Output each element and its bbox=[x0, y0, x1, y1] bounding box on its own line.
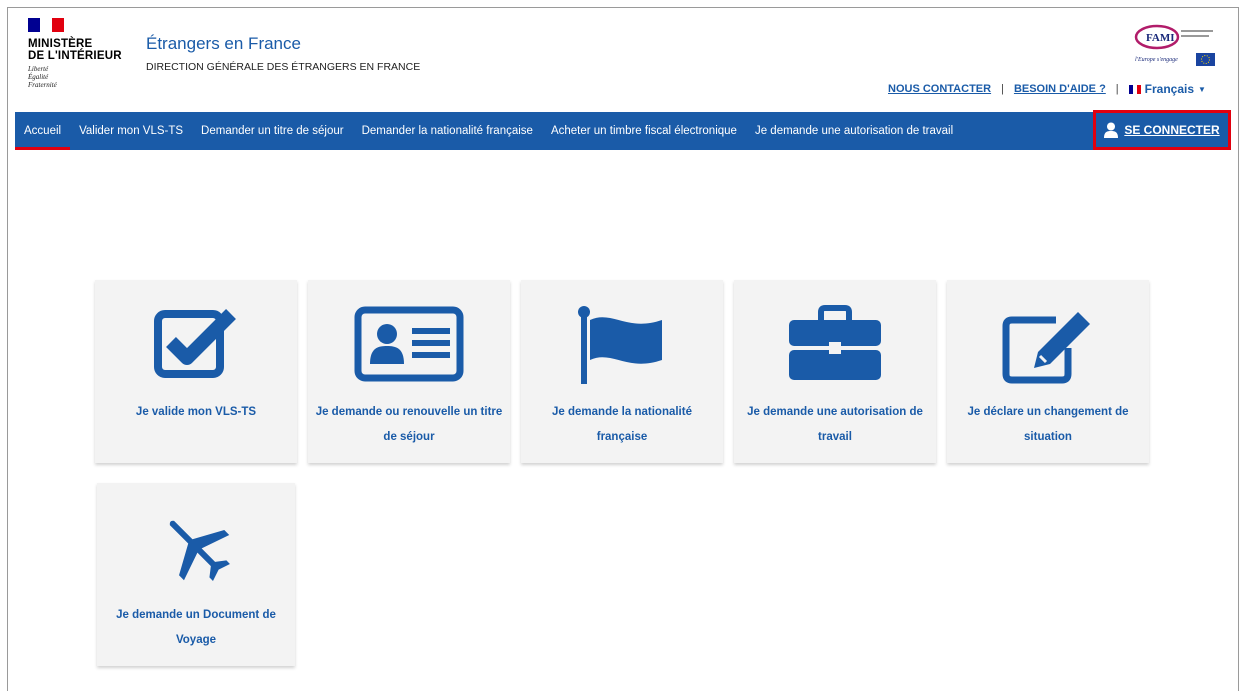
site-header: MINISTÈRE DE L'INTÉRIEUR Liberté Égalité… bbox=[8, 8, 1238, 112]
separator: | bbox=[1001, 83, 1004, 95]
tile-valider-vls-ts[interactable]: Je valide mon VLS-TS bbox=[95, 280, 297, 463]
help-link[interactable]: BESOIN D'AIDE ? bbox=[1014, 83, 1106, 95]
tile-document-voyage[interactable]: Je demande un Document de Voyage bbox=[97, 483, 295, 666]
fami-logo: FAMI l'Europe s'engage bbox=[1133, 24, 1218, 70]
ministry-logo[interactable]: MINISTÈRE DE L'INTÉRIEUR Liberté Égalité… bbox=[28, 18, 138, 89]
login-label: SE CONNECTER bbox=[1124, 123, 1220, 137]
nav-item-titre-sejour[interactable]: Demander un titre de séjour bbox=[192, 112, 353, 150]
tile-label: Je demande la nationalité française bbox=[552, 406, 692, 443]
nav-item-timbre-fiscal[interactable]: Acheter un timbre fiscal électronique bbox=[542, 112, 746, 150]
fami-tagline: l'Europe s'engage bbox=[1135, 57, 1178, 63]
briefcase-icon bbox=[734, 304, 936, 384]
tile-changement-situation[interactable]: Je déclare un changement de situation bbox=[947, 280, 1149, 463]
tile-titre-sejour[interactable]: Je demande ou renouvelle un titre de séj… bbox=[308, 280, 510, 463]
nav-item-accueil[interactable]: Accueil bbox=[15, 112, 71, 150]
nav-item-valider-vls-ts[interactable]: Valider mon VLS-TS bbox=[70, 112, 192, 150]
tile-label: Je déclare un changement de situation bbox=[967, 406, 1129, 443]
nav-item-nationalite[interactable]: Demander la nationalité française bbox=[353, 112, 542, 150]
separator: | bbox=[1115, 83, 1119, 95]
site-title[interactable]: Étrangers en France bbox=[146, 34, 301, 54]
site-subtitle: DIRECTION GÉNÉRALE DES ÉTRANGERS EN FRAN… bbox=[146, 61, 421, 73]
plane-icon bbox=[97, 507, 295, 587]
checkbox-check-icon bbox=[95, 304, 297, 384]
tile-nationalite[interactable]: Je demande la nationalité française bbox=[521, 280, 723, 463]
user-icon bbox=[1104, 122, 1119, 138]
contact-link[interactable]: NOUS CONTACTER bbox=[888, 83, 991, 95]
login-button[interactable]: SE CONNECTER bbox=[1093, 110, 1231, 150]
page-frame: MINISTÈRE DE L'INTÉRIEUR Liberté Égalité… bbox=[7, 7, 1239, 691]
tile-autorisation-travail[interactable]: Je demande une autorisation de travail bbox=[734, 280, 936, 463]
top-links: NOUS CONTACTER | BESOIN D'AIDE ? | Franç… bbox=[888, 82, 1206, 96]
chevron-down-icon: ▼ bbox=[1198, 84, 1206, 94]
tile-label: Je demande ou renouvelle un titre de séj… bbox=[315, 406, 503, 443]
republic-motto: Liberté Égalité Fraternité bbox=[28, 65, 57, 89]
edit-icon bbox=[947, 304, 1149, 384]
marianne-flag-icon bbox=[28, 18, 64, 32]
tile-label: Je demande une autorisation de travail bbox=[747, 406, 923, 443]
nav-item-autorisation-travail[interactable]: Je demande une autorisation de travail bbox=[746, 112, 962, 150]
flag-icon bbox=[521, 304, 723, 384]
language-selector[interactable]: Français ▼ bbox=[1128, 82, 1206, 96]
tile-label: Je valide mon VLS-TS bbox=[135, 406, 257, 418]
ministry-name: MINISTÈRE DE L'INTÉRIEUR bbox=[28, 38, 122, 62]
tile-label: Je demande un Document de Voyage bbox=[116, 609, 276, 646]
id-card-icon bbox=[308, 304, 510, 384]
language-label: Français bbox=[1144, 82, 1195, 96]
french-flag-icon bbox=[1128, 84, 1141, 94]
main-nav: Accueil Valider mon VLS-TS Demander un t… bbox=[15, 110, 1231, 150]
fami-text: FAMI bbox=[1146, 32, 1175, 44]
